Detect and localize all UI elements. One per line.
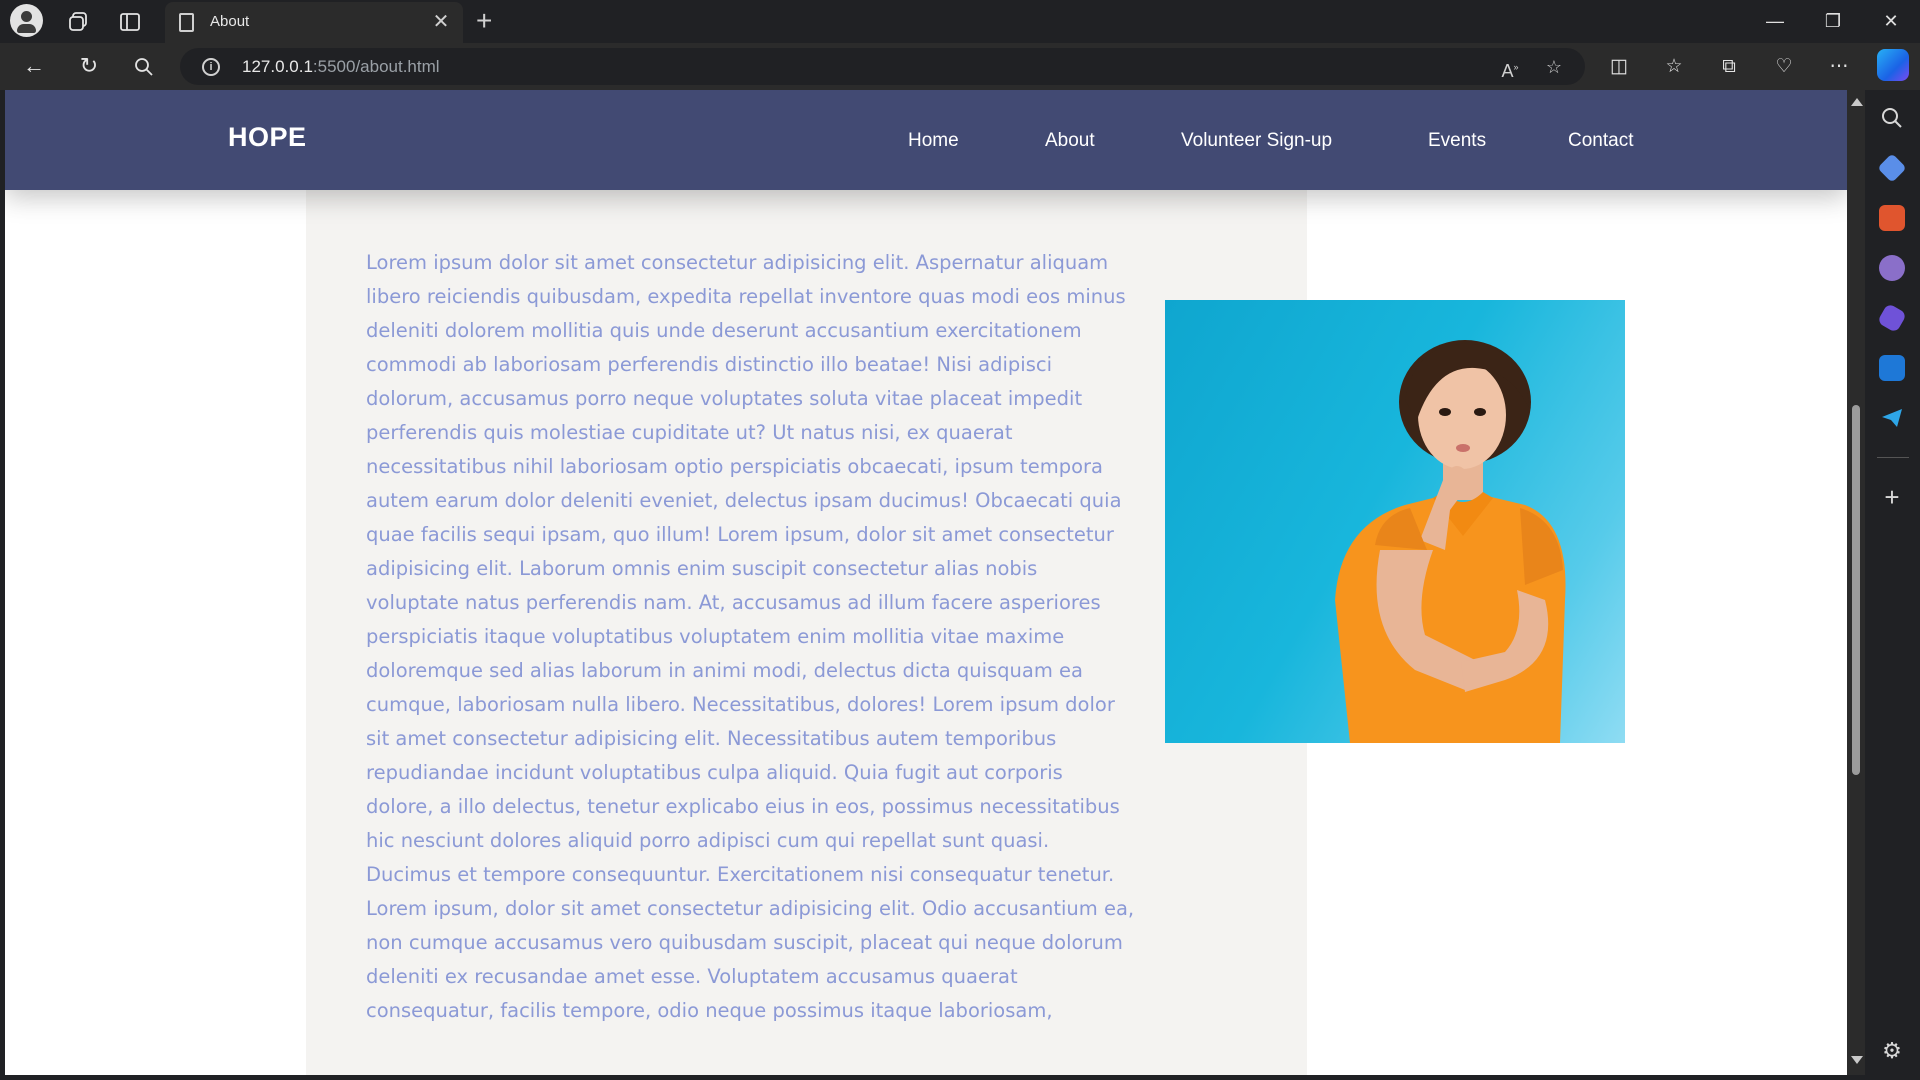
url-text[interactable]: 127.0.0.1:5500/about.html — [242, 57, 440, 77]
sidebar-divider — [1877, 457, 1909, 458]
tab-about[interactable]: About ✕ — [165, 2, 463, 43]
close-window-button[interactable]: ✕ — [1868, 4, 1914, 38]
address-bar[interactable]: i 127.0.0.1:5500/about.html A» ☆ — [180, 48, 1585, 85]
telegram-send-icon[interactable] — [1879, 405, 1905, 431]
nav-about[interactable]: About — [1045, 130, 1095, 152]
copilot-icon[interactable] — [1877, 49, 1909, 81]
browser-essentials-icon[interactable]: ♡ — [1769, 52, 1799, 82]
games-icon[interactable] — [1879, 255, 1905, 281]
tools-briefcase-icon[interactable] — [1879, 205, 1905, 231]
nav-events[interactable]: Events — [1428, 130, 1486, 152]
site-logo[interactable]: HOPE — [228, 122, 307, 153]
close-tab-icon[interactable]: ✕ — [429, 11, 453, 35]
restore-button[interactable]: ❐ — [1810, 4, 1856, 38]
nav-home[interactable]: Home — [908, 130, 959, 152]
workspaces-icon[interactable] — [62, 6, 93, 37]
collections-icon[interactable]: ⧉ — [1714, 52, 1744, 82]
page-viewport: HOPE Home About Volunteer Sign-up Events… — [5, 90, 1847, 1075]
nav-volunteer-signup[interactable]: Volunteer Sign-up — [1181, 130, 1332, 152]
add-sidebar-app-icon[interactable]: + — [1879, 484, 1905, 511]
favorite-star-icon[interactable]: ☆ — [1540, 54, 1568, 82]
new-tab-button[interactable]: + — [476, 7, 492, 35]
outlook-icon[interactable] — [1879, 355, 1905, 381]
tab-actions-icon[interactable] — [114, 6, 145, 37]
scrollbar-thumb[interactable] — [1852, 405, 1860, 775]
microsoft-365-icon[interactable] — [1876, 302, 1908, 334]
search-icon[interactable] — [128, 51, 160, 83]
tab-title: About — [210, 13, 250, 30]
browser-titlebar: About ✕ + — ❐ ✕ — [0, 0, 1920, 43]
shopping-tag-icon[interactable] — [1877, 153, 1907, 183]
refresh-button[interactable]: ↻ — [73, 51, 105, 83]
window-bottom-edge — [0, 1075, 1920, 1080]
scroll-up-arrow-icon[interactable] — [1851, 98, 1863, 106]
edge-sidebar: + ⚙ — [1865, 90, 1920, 1080]
browser-toolbar: ← ↻ i 127.0.0.1:5500/about.html A» ☆ ◫ ☆… — [0, 43, 1920, 90]
read-aloud-icon[interactable]: A» — [1496, 54, 1524, 82]
favorites-icon[interactable]: ☆ — [1659, 52, 1689, 82]
about-body-text: Lorem ipsum dolor sit amet consectetur a… — [366, 251, 1135, 1022]
page-icon — [179, 13, 194, 32]
settings-more-icon[interactable]: ⋯ — [1824, 52, 1854, 82]
sidebar-search-icon[interactable] — [1879, 105, 1905, 131]
thinking-woman-photo — [1165, 300, 1625, 743]
minimize-button[interactable]: — — [1752, 4, 1798, 38]
scroll-down-arrow-icon[interactable] — [1851, 1056, 1863, 1064]
split-screen-icon[interactable]: ◫ — [1604, 52, 1634, 82]
site-header: HOPE Home About Volunteer Sign-up Events… — [5, 90, 1847, 190]
back-button[interactable]: ← — [18, 51, 50, 83]
nav-contact[interactable]: Contact — [1568, 130, 1633, 152]
sidebar-settings-gear-icon[interactable]: ⚙ — [1879, 1038, 1905, 1064]
page-scrollbar[interactable] — [1847, 90, 1865, 1075]
profile-avatar-icon[interactable] — [10, 4, 43, 37]
site-info-icon[interactable]: i — [202, 58, 220, 76]
